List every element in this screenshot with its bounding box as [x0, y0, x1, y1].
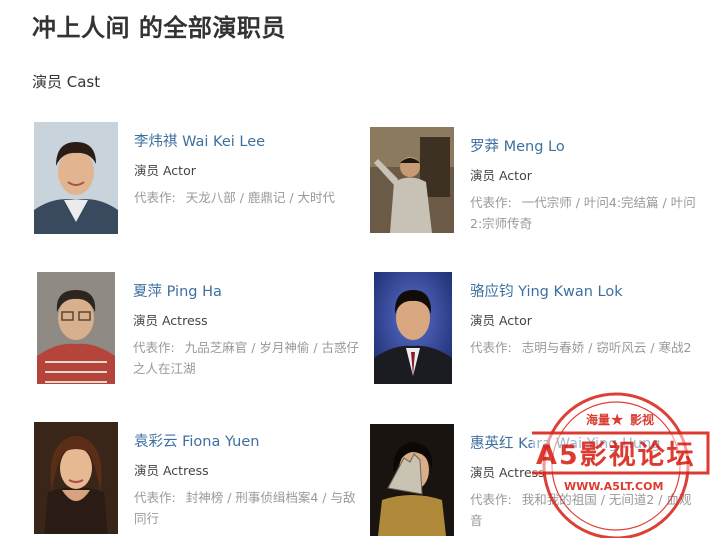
cast-card: 夏萍 Ping Ha 演员 Actress 代表作: 九品芝麻官 / 岁月神偷 /… [37, 272, 367, 384]
works-list: 天龙八部 / 鹿鼎记 / 大时代 [185, 190, 336, 205]
works-list: 志明与春娇 / 窃听风云 / 寒战2 [521, 340, 692, 355]
page-title: 冲上人间 的全部演职员 [32, 14, 286, 42]
works-label: 代表作: [133, 340, 175, 355]
representative-works: 代表作: 天龙八部 / 鹿鼎记 / 大时代 [134, 187, 364, 208]
actor-role: 演员 Actress [133, 313, 208, 328]
representative-works: 代表作: 志明与春娇 / 窃听风云 / 寒战2 [470, 337, 700, 358]
works-label: 代表作: [470, 340, 512, 355]
cast-card: 罗莽 Meng Lo 演员 Actor 代表作: 一代宗师 / 叶问4:完结篇 /… [370, 127, 700, 239]
actor-photo[interactable] [37, 272, 121, 384]
actor-name-link[interactable]: 惠英红 Kara Wai Ying Hung [470, 432, 700, 453]
cast-card: 李炜祺 Wai Kei Lee 演员 Actor 代表作: 天龙八部 / 鹿鼎记 … [34, 122, 364, 234]
cast-card: 骆应钧 Ying Kwan Lok 演员 Actor 代表作: 志明与春娇 / 窃… [374, 272, 704, 384]
actor-photo[interactable] [374, 272, 458, 384]
actor-photo[interactable] [34, 122, 118, 234]
actor-name-link[interactable]: 罗莽 Meng Lo [470, 135, 700, 156]
actor-name-link[interactable]: 骆应钧 Ying Kwan Lok [470, 280, 700, 301]
actor-role: 演员 Actress [134, 463, 209, 478]
works-label: 代表作: [470, 492, 512, 507]
actor-name-link[interactable]: 李炜祺 Wai Kei Lee [134, 130, 364, 151]
works-label: 代表作: [470, 195, 512, 210]
works-label: 代表作: [134, 190, 176, 205]
representative-works: 代表作: 九品芝麻官 / 岁月神偷 / 古惑仔之人在江湖 [133, 337, 363, 379]
cast-section-label: 演员 Cast [32, 73, 101, 91]
representative-works: 代表作: 我和我的祖国 / 无间道2 / 血观音 [470, 489, 700, 531]
actor-photo[interactable] [370, 127, 454, 239]
actor-role: 演员 Actor [470, 313, 532, 328]
cast-card: 惠英红 Kara Wai Ying Hung 演员 Actress 代表作: 我和… [370, 424, 700, 536]
actor-role: 演员 Actor [470, 168, 532, 183]
actor-role: 演员 Actress [470, 465, 545, 480]
actor-name-link[interactable]: 夏萍 Ping Ha [133, 280, 363, 301]
actor-name-link[interactable]: 袁彩云 Fiona Yuen [134, 430, 364, 451]
actor-role: 演员 Actor [134, 163, 196, 178]
representative-works: 代表作: 封神榜 / 刑事侦缉档案4 / 与敌同行 [134, 487, 364, 529]
actor-photo[interactable] [370, 424, 454, 536]
cast-card: 袁彩云 Fiona Yuen 演员 Actress 代表作: 封神榜 / 刑事侦缉… [34, 422, 364, 534]
actor-photo[interactable] [34, 422, 118, 534]
works-label: 代表作: [134, 490, 176, 505]
representative-works: 代表作: 一代宗师 / 叶问4:完结篇 / 叶问2:宗师传奇 [470, 192, 700, 234]
